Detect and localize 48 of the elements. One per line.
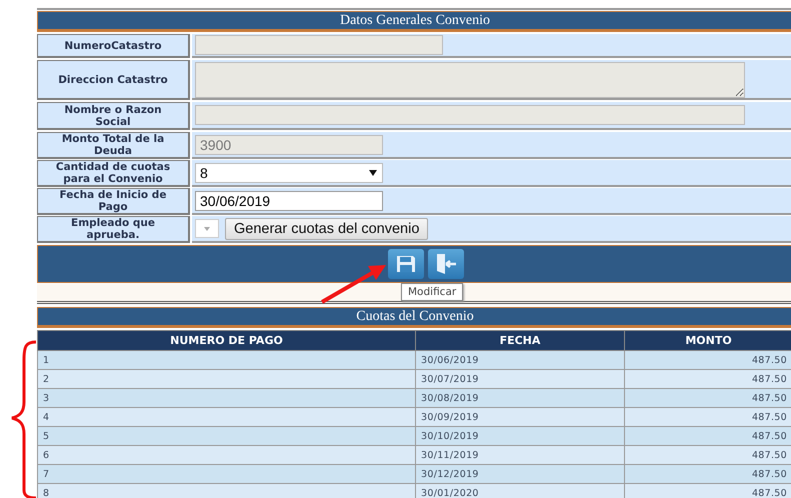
table-cell: 30/12/2019: [416, 464, 624, 484]
field-label: Direccion Catastro: [37, 60, 190, 100]
table-cell: 487.50: [624, 484, 791, 498]
table-cell: 487.50: [624, 370, 791, 388]
table-cell: 4: [38, 408, 416, 426]
door-arrow-icon: [434, 253, 458, 275]
field-label: NumeroCatastro: [37, 34, 190, 58]
dropdown-value: 8: [200, 164, 208, 180]
field-label: Monto Total de la Deuda: [37, 132, 190, 159]
table-cell: 1: [38, 350, 416, 370]
table-cell: 6: [38, 446, 416, 464]
save-button[interactable]: [388, 249, 424, 279]
table-cell: 7: [38, 464, 416, 484]
caret-icon: [368, 168, 378, 176]
table-cell: 2: [38, 370, 416, 388]
generate-button[interactable]: Generar cuotas del convenio: [225, 218, 428, 240]
table-cell: 487.50: [624, 426, 791, 446]
table-cell: 3: [38, 388, 416, 408]
table-cell: 487.50: [624, 446, 791, 464]
table-cell: 30/07/2019: [416, 370, 624, 388]
column-header: FECHA: [416, 330, 624, 350]
table-cell: 30/11/2019: [416, 446, 624, 464]
table-cell: 487.50: [624, 464, 791, 484]
table-cell: 487.50: [624, 350, 791, 370]
table-cell: 487.50: [624, 408, 791, 426]
text-field[interactable]: 30/06/2019: [195, 190, 383, 210]
table-cell: 30/01/2020: [416, 484, 624, 498]
column-header: MONTO: [624, 330, 791, 350]
field-label: Fecha de Inicio de Pago: [37, 188, 190, 215]
section-title: Datos Generales Convenio: [37, 11, 791, 32]
table-cell: 30/08/2019: [416, 388, 624, 408]
field-label: Nombre o Razon Social: [37, 102, 190, 130]
field-label: Empleado que aprueba.: [37, 216, 190, 243]
section-title: Cuotas del Convenio: [37, 307, 791, 328]
caret-icon: [202, 224, 212, 232]
table-cell: 30/10/2019: [416, 426, 624, 446]
column-header: NUMERO DE PAGO: [38, 330, 416, 350]
table-cell: 5: [38, 426, 416, 446]
table-cell: 30/06/2019: [416, 350, 624, 370]
dropdown[interactable]: [195, 219, 219, 238]
exit-button[interactable]: [428, 249, 464, 279]
table-cell: 8: [38, 484, 416, 498]
dropdown[interactable]: 8: [195, 162, 383, 182]
table-cell: 487.50: [624, 388, 791, 408]
tooltip: Modificar: [401, 283, 464, 301]
field-label: Cantidad de cuotas para el Convenio: [37, 160, 190, 187]
floppy-icon: [396, 255, 416, 273]
table-cell: 30/09/2019: [416, 408, 624, 426]
